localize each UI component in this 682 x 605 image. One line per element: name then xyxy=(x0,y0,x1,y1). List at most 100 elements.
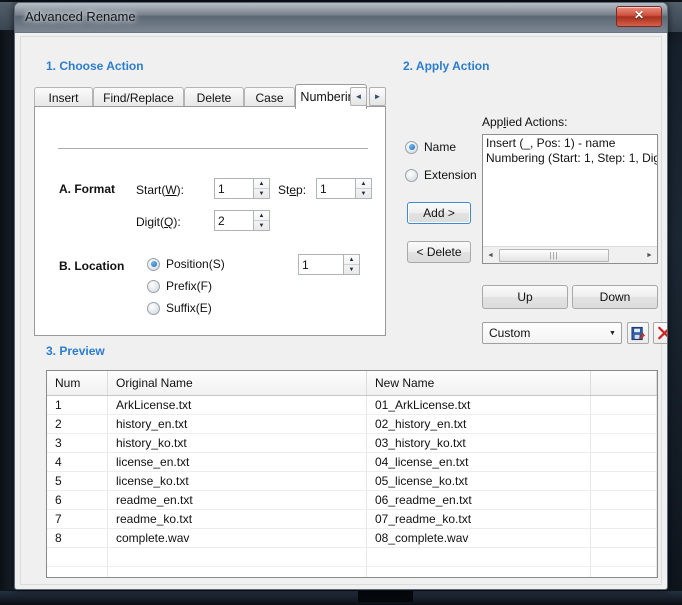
radio-target-extension[interactable]: Extension xyxy=(405,168,477,182)
column-header-num[interactable]: Num xyxy=(47,371,108,396)
cell-extra xyxy=(590,395,657,415)
radio-prefix-label: Prefix(F) xyxy=(166,279,212,293)
applied-actions-listbox[interactable]: Insert (_, Pos: 1) - name Numbering (Sta… xyxy=(482,134,658,264)
scroll-left-icon[interactable]: ◄ xyxy=(483,248,498,263)
cell-original: readme_en.txt xyxy=(107,490,367,510)
cell-extra xyxy=(590,490,657,510)
section-heading-choose-action: 1. Choose Action xyxy=(46,59,144,73)
applied-action-item[interactable]: Numbering (Start: 1, Step: 1, Digit: 2 xyxy=(483,150,657,165)
start-stepper-buttons[interactable]: ▲ ▼ xyxy=(253,178,270,199)
applied-action-item[interactable]: Insert (_, Pos: 1) - name xyxy=(483,135,657,150)
cell-num: 7 xyxy=(47,509,108,529)
tab-scroll-left-icon[interactable]: ◄ xyxy=(350,87,367,106)
cell-new: 06_readme_en.txt xyxy=(366,490,591,510)
position-stepper-buttons[interactable]: ▲ ▼ xyxy=(343,254,360,275)
cell-new: 01_ArkLicense.txt xyxy=(366,395,591,415)
preset-dropdown[interactable]: Custom ▼ xyxy=(482,322,622,344)
position-input[interactable] xyxy=(298,254,343,275)
preview-table[interactable]: Num Original Name New Name 1 ArkLicense.… xyxy=(46,370,658,578)
table-row[interactable]: 1 ArkLicense.txt 01_ArkLicense.txt xyxy=(47,395,657,415)
section-heading-preview: 3. Preview xyxy=(46,344,105,358)
radio-target-name-label: Name xyxy=(424,140,457,154)
delete-action-button[interactable]: < Delete xyxy=(407,241,471,263)
digit-stepper-down-icon[interactable]: ▼ xyxy=(254,221,269,230)
tab-scroll-right-icon[interactable]: ► xyxy=(369,87,386,106)
cell-num: 8 xyxy=(47,528,108,548)
start-stepper-down-icon[interactable]: ▼ xyxy=(254,189,269,198)
table-row[interactable]: 8 complete.wav 08_complete.wav xyxy=(47,528,657,548)
preview-grid-table: Num Original Name New Name 1 ArkLicense.… xyxy=(47,371,657,577)
cell-num: 5 xyxy=(47,471,108,491)
dialog-titlebar[interactable]: Advanced Rename ✕ xyxy=(15,3,667,33)
table-row[interactable]: 2 history_en.txt 02_history_en.txt xyxy=(47,414,657,434)
cell-original: complete.wav xyxy=(107,528,367,548)
tab-find-replace[interactable]: Find/Replace xyxy=(93,87,184,107)
move-down-button[interactable]: Down xyxy=(572,285,658,309)
digit-stepper[interactable]: ▲ ▼ xyxy=(214,210,270,231)
column-header-extra[interactable] xyxy=(590,371,657,396)
step-input[interactable] xyxy=(316,178,355,199)
cell-num: 4 xyxy=(47,452,108,472)
radio-target-extension-dot xyxy=(405,168,418,182)
column-header-new[interactable]: New Name xyxy=(366,371,591,396)
cell-original: history_ko.txt xyxy=(107,433,367,453)
cell-original: history_en.txt xyxy=(107,414,367,434)
cell-num: 1 xyxy=(47,395,108,415)
digit-input[interactable] xyxy=(214,210,253,231)
cell-original: license_ko.txt xyxy=(107,471,367,491)
background-taskbar-item xyxy=(358,591,413,602)
delete-preset-button[interactable] xyxy=(653,322,667,344)
move-up-button[interactable]: Up xyxy=(482,285,568,309)
step-label: Step: xyxy=(278,183,307,197)
table-row[interactable]: 5 license_ko.txt 05_license_ko.txt xyxy=(47,471,657,491)
scroll-right-icon[interactable]: ► xyxy=(642,248,657,263)
panel-separator xyxy=(58,148,368,149)
tab-insert[interactable]: Insert xyxy=(34,87,93,107)
table-row[interactable]: 3 history_ko.txt 03_history_ko.txt xyxy=(47,433,657,453)
radio-suffix[interactable]: Suffix(E) xyxy=(147,301,212,315)
step-stepper-buttons[interactable]: ▲ ▼ xyxy=(355,178,372,199)
start-input[interactable] xyxy=(214,178,253,199)
position-stepper-down-icon[interactable]: ▼ xyxy=(344,265,359,274)
digit-stepper-buttons[interactable]: ▲ ▼ xyxy=(253,210,270,231)
cell-original: ArkLicense.txt xyxy=(107,395,367,415)
cell-num: 2 xyxy=(47,414,108,434)
cell-new: 02_history_en.txt xyxy=(366,414,591,434)
step-stepper-up-icon[interactable]: ▲ xyxy=(356,179,371,189)
table-row[interactable]: 4 license_en.txt 04_license_en.txt xyxy=(47,452,657,472)
tab-delete[interactable]: Delete xyxy=(184,87,244,107)
radio-target-name[interactable]: Name xyxy=(405,140,456,154)
position-stepper[interactable]: ▲ ▼ xyxy=(298,254,360,275)
cell-new: 05_license_ko.txt xyxy=(366,471,591,491)
table-row[interactable]: 7 readme_ko.txt 07_readme_ko.txt xyxy=(47,509,657,529)
numbering-tab-panel: A. Format Start(W): ▲ ▼ Step: ▲ ▼ Digit(… xyxy=(34,106,386,336)
radio-target-extension-label: Extension xyxy=(424,168,477,182)
tab-case[interactable]: Case xyxy=(244,87,295,107)
preview-table-body: 1 ArkLicense.txt 01_ArkLicense.txt 2 his… xyxy=(47,395,657,577)
add-action-button[interactable]: Add > xyxy=(407,202,471,224)
radio-suffix-dot xyxy=(147,301,160,315)
table-row-empty[interactable] xyxy=(47,566,657,577)
cell-extra xyxy=(590,471,657,491)
column-header-original[interactable]: Original Name xyxy=(107,371,367,396)
radio-position[interactable]: Position(S) xyxy=(147,257,225,271)
digit-label: Digit(Q): xyxy=(136,215,181,229)
position-stepper-up-icon[interactable]: ▲ xyxy=(344,255,359,265)
location-group-label: B. Location xyxy=(59,259,125,273)
table-header-row: Num Original Name New Name xyxy=(47,371,657,396)
radio-prefix[interactable]: Prefix(F) xyxy=(147,279,212,293)
table-row[interactable]: 6 readme_en.txt 06_readme_en.txt xyxy=(47,490,657,510)
close-button[interactable]: ✕ xyxy=(616,6,662,27)
step-stepper-down-icon[interactable]: ▼ xyxy=(356,189,371,198)
table-row-empty[interactable] xyxy=(47,547,657,567)
applied-actions-hscrollbar[interactable]: ◄ ||| ► xyxy=(483,246,657,263)
chevron-down-icon[interactable]: ▼ xyxy=(604,330,621,337)
start-stepper-up-icon[interactable]: ▲ xyxy=(254,179,269,189)
start-stepper[interactable]: ▲ ▼ xyxy=(214,178,270,199)
step-stepper[interactable]: ▲ ▼ xyxy=(316,178,372,199)
save-preset-button[interactable] xyxy=(627,322,649,344)
dialog-title: Advanced Rename xyxy=(25,9,136,24)
digit-stepper-up-icon[interactable]: ▲ xyxy=(254,211,269,221)
scrollbar-thumb[interactable]: ||| xyxy=(499,248,609,262)
delete-preset-icon xyxy=(657,326,667,339)
